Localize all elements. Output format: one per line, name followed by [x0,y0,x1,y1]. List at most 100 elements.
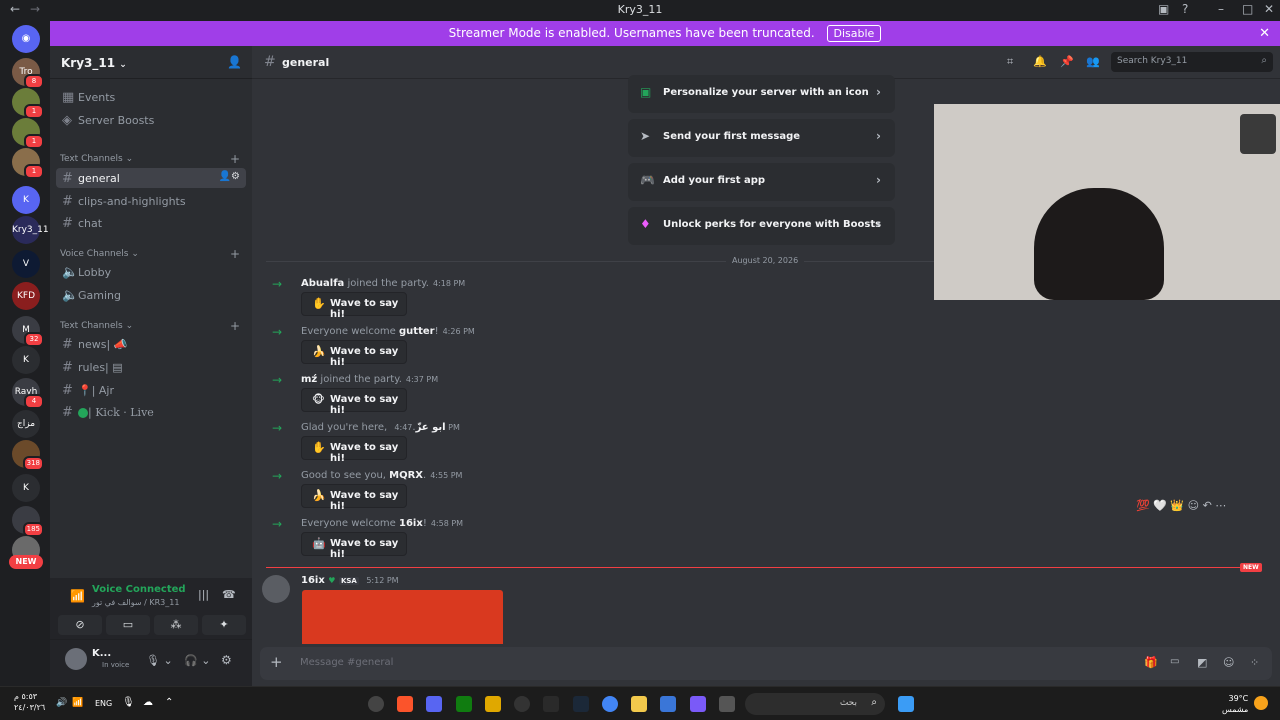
inbox-icon[interactable]: ▣ [1158,2,1169,16]
wave-button[interactable]: 🍌 Wave to say hi! [301,340,407,368]
server-header[interactable]: Kry3_11 ⌄ 👤 [50,46,252,79]
epic-games-icon[interactable] [543,696,559,712]
server-icon[interactable]: Kry3_11 [12,216,49,244]
server-icon[interactable]: Tro 8 [12,58,44,89]
server-icon[interactable]: 318 [12,440,44,471]
add-channel-icon[interactable]: + [230,152,240,166]
avatar[interactable] [262,575,290,603]
category-text-channels-2[interactable]: Text Channels ⌄ [60,321,133,331]
author-name[interactable]: 16ix [301,575,325,586]
image-attachment[interactable] [302,590,503,644]
reaction-100-icon[interactable]: 💯 [1136,499,1150,512]
voice-channel-gaming[interactable]: 🔈Gaming [56,285,246,305]
reply-icon[interactable]: ↶ [1203,499,1212,512]
headphones-icon[interactable]: 🎧 ⌄ [184,654,210,667]
add-reaction-icon[interactable]: ☺ [1188,499,1199,512]
wave-button[interactable]: ✋ Wave to say hi! [301,292,407,320]
server-boosts-item[interactable]: ◈ Server Boosts [56,110,246,130]
minimize-button[interactable]: – [1218,2,1224,16]
store-icon[interactable] [660,696,676,712]
member-name[interactable]: 16ix [399,518,423,529]
add-attachment-icon[interactable]: + [270,653,283,671]
rockstar-icon[interactable] [485,696,501,712]
brave-icon[interactable] [397,696,413,712]
discord-home-icon[interactable]: ◉ [12,25,40,53]
member-name[interactable]: mź [301,374,317,385]
disable-button[interactable]: Disable [826,25,882,42]
reaction-crown-icon[interactable]: 👑 [1170,499,1184,512]
emoji-icon[interactable]: ☺ [1223,656,1234,669]
weather-widget[interactable]: 39°C مشمس [1222,693,1248,715]
wave-button[interactable]: 🤖 Wave to say hi! [301,532,407,560]
member-name[interactable]: MQRX [389,470,423,481]
server-icon[interactable]: 1 [12,88,44,119]
add-voice-channel-icon[interactable]: + [230,247,240,261]
voice-channel-lobby[interactable]: 🔈Lobby [56,262,246,282]
clock[interactable]: ٥:٥٣ م ٢٤/٠٣/٢٦ [14,691,45,713]
setup-first-app[interactable]: 🎮 Add your first app › [628,163,895,201]
channel-chat[interactable]: # chat [56,213,246,233]
server-icon[interactable]: Rayh 4 [12,378,44,409]
member-name[interactable]: Abualfa [301,278,344,289]
chrome-alt-icon[interactable] [514,696,530,712]
screen-share-button[interactable]: ▭ [106,615,150,635]
server-icon[interactable]: مزاج [12,410,40,438]
server-icon[interactable]: K [12,346,40,374]
microphone-icon[interactable]: 🎙 ⌄ [146,654,173,667]
add-channel-icon[interactable]: + [230,319,240,333]
category-text-channels[interactable]: Text Channels ⌄ [60,154,133,164]
member-name[interactable]: ابو عزّ [416,422,446,433]
server-icon[interactable]: M 32 [12,316,44,347]
setup-boosts[interactable]: ♦ Unlock perks for everyone with Boosts › [628,207,895,245]
reaction-heart-icon[interactable]: 🤍 [1153,499,1167,512]
copilot-icon[interactable] [690,696,706,712]
server-icon[interactable]: V [12,250,40,278]
wifi-icon[interactable]: 📶 [72,698,83,708]
channel-kick-live[interactable]: # | Kick · Live [56,402,246,422]
activities-button[interactable]: ⁂ [154,615,198,635]
bell-icon[interactable]: 🔔 [1033,55,1047,68]
taskbar-search[interactable]: بحث ⌕ [745,693,885,715]
speaker-icon[interactable]: 🔊 [56,698,67,708]
soundboard-button[interactable]: ✦ [202,615,246,635]
channel-clips[interactable]: # clips-and-highlights [56,191,246,211]
disconnect-icon[interactable]: ☎ [222,588,236,601]
setup-personalize-icon[interactable]: ▣ Personalize your server with an icon › [628,75,895,113]
server-icon[interactable]: KFD [12,282,40,310]
server-icon[interactable]: 1 [12,148,44,179]
wave-button[interactable]: ✋ Wave to say hi! [301,436,407,464]
maximize-button[interactable]: □ [1242,2,1253,16]
wave-button[interactable]: 🍌 Wave to say hi! [301,484,407,512]
channel-rules[interactable]: # rules| ▤ [56,357,246,377]
message-composer[interactable]: + Message #general 🎁 ▭ ◩ ☺ ⁘ [260,647,1272,680]
wave-button[interactable]: 🐵 Wave to say hi! [301,388,407,416]
apps-icon[interactable]: ⁘ [1250,656,1259,669]
server-icon[interactable]: 1 [12,118,44,149]
channel-ajr[interactable]: # 📍| Ajr [56,380,246,400]
chrome-icon[interactable] [602,696,618,712]
language-indicator[interactable]: ENG [95,699,112,708]
channel-general[interactable]: # general 👤⚙ [56,168,246,188]
member-name[interactable]: gutter [399,326,435,337]
help-icon[interactable]: ? [1182,2,1188,16]
tray-app-icon[interactable]: ☁ [143,697,153,708]
setup-first-message[interactable]: ➤ Send your first message › [628,119,895,157]
invite-people-icon[interactable]: 👤 [227,55,242,69]
gear-icon[interactable]: ⚙ [221,653,232,667]
camera-off-button[interactable]: ⊘ [58,615,102,635]
member-list-icon[interactable]: 👥 [1086,55,1100,68]
category-voice-channels[interactable]: Voice Channels ⌄ [60,249,139,259]
server-icon[interactable]: K [12,474,40,502]
media-player-icon[interactable] [368,696,384,712]
file-explorer-icon[interactable] [631,696,647,712]
search-input[interactable]: Search Kry3_11 ⌕ [1111,52,1273,72]
avatar[interactable] [65,648,87,670]
discord-taskbar-icon[interactable] [426,696,442,712]
steam-icon[interactable] [573,696,589,712]
xbox-icon[interactable] [456,696,472,712]
voice-status[interactable]: Voice Connected [92,584,186,595]
close-window-button[interactable]: ✕ [1264,2,1274,16]
window-app-icon[interactable] [719,696,735,712]
new-unreads-pill[interactable]: NEW [9,555,43,569]
channel-news[interactable]: # news| 📣 [56,334,246,354]
